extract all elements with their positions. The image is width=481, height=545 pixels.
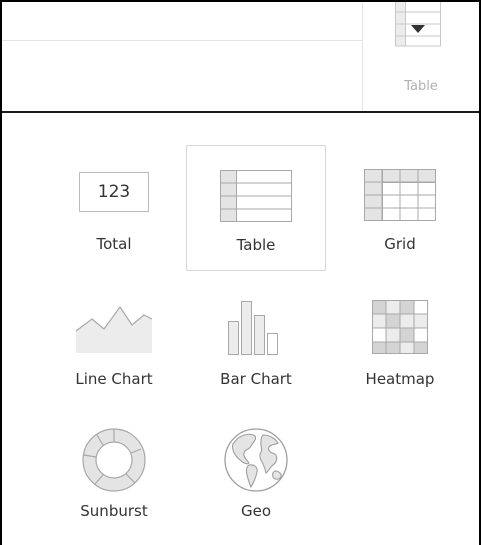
chart-type-label: Bar Chart bbox=[220, 370, 292, 388]
chart-type-label: Line Chart bbox=[75, 370, 153, 388]
toolbar-divider bbox=[2, 40, 362, 41]
chart-type-line-chart[interactable]: Line Chart bbox=[44, 283, 184, 409]
line-chart-icon bbox=[75, 305, 153, 353]
chart-type-label: Heatmap bbox=[365, 370, 435, 388]
chart-type-geo[interactable]: Geo bbox=[186, 415, 326, 541]
chart-type-label: Sunburst bbox=[80, 502, 148, 520]
chart-type-table[interactable]: Table bbox=[186, 145, 326, 271]
globe-icon bbox=[224, 428, 288, 492]
chart-type-heatmap[interactable]: Heatmap bbox=[330, 283, 470, 409]
grid-icon bbox=[364, 169, 436, 221]
heatmap-icon bbox=[371, 299, 429, 355]
bar-chart-icon bbox=[228, 301, 278, 355]
chart-type-grid: 123 Total Table Grid Line Chart Bar Char… bbox=[2, 113, 479, 545]
visualization-type-dropdown[interactable]: Table bbox=[363, 2, 479, 111]
chart-type-sunburst[interactable]: Sunburst bbox=[44, 415, 184, 541]
chart-type-label: Grid bbox=[384, 235, 416, 253]
toolbar: Table bbox=[2, 2, 479, 113]
chart-type-bar-chart[interactable]: Bar Chart bbox=[186, 283, 326, 409]
total-icon-value: 123 bbox=[97, 182, 131, 202]
visualization-panel: Table 123 Total Table Grid Line Chart Ba… bbox=[0, 0, 481, 545]
total-icon: 123 bbox=[79, 172, 149, 212]
chart-type-grid-view[interactable]: Grid bbox=[330, 145, 470, 271]
chart-type-label: Table bbox=[236, 236, 276, 254]
chart-type-label: Total bbox=[96, 235, 132, 253]
sunburst-icon bbox=[82, 428, 146, 492]
table-icon bbox=[220, 170, 292, 222]
table-dropdown-icon bbox=[395, 2, 441, 47]
chart-type-label: Geo bbox=[240, 502, 272, 520]
chart-type-total[interactable]: 123 Total bbox=[44, 145, 184, 271]
active-view-label: Table bbox=[404, 79, 438, 94]
